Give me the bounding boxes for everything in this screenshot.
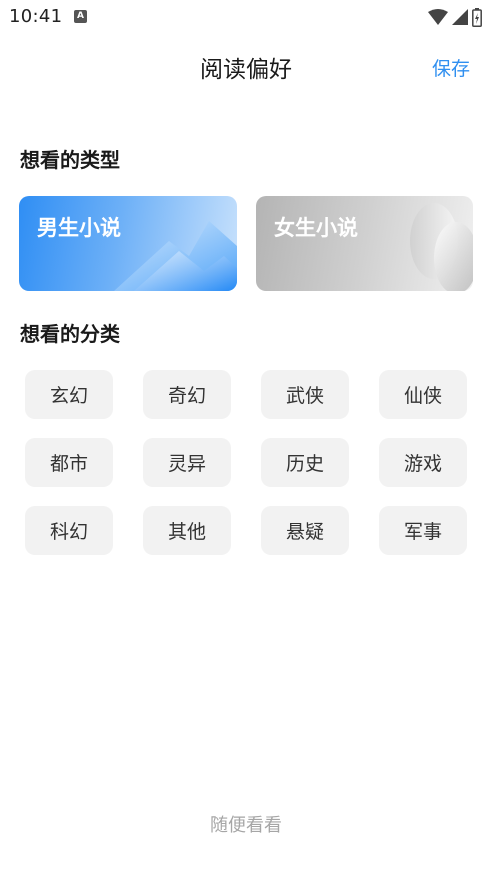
petal-illustration	[410, 203, 473, 291]
category-chip[interactable]: 历史	[261, 438, 349, 487]
category-chip[interactable]: 奇幻	[143, 370, 231, 419]
page-title: 阅读偏好	[200, 57, 292, 83]
category-chip[interactable]: 玄幻	[25, 370, 113, 419]
category-chip[interactable]: 科幻	[25, 506, 113, 555]
save-button[interactable]: 保存	[432, 54, 470, 81]
header: 阅读偏好 保存	[0, 44, 492, 88]
category-chip[interactable]: 游戏	[379, 438, 467, 487]
wifi-icon	[428, 8, 448, 25]
type-section-title: 想看的类型	[20, 148, 120, 172]
female-novel-label: 女生小说	[274, 216, 358, 240]
category-chip[interactable]: 武侠	[261, 370, 349, 419]
category-chip[interactable]: 仙侠	[379, 370, 467, 419]
category-chip[interactable]: 悬疑	[261, 506, 349, 555]
signal-icon	[452, 8, 468, 25]
male-novel-label: 男生小说	[37, 216, 121, 240]
category-chip[interactable]: 其他	[143, 506, 231, 555]
category-section-title: 想看的分类	[20, 322, 120, 346]
status-icons	[428, 7, 482, 27]
status-bar: 10:41 A	[0, 0, 492, 34]
category-chip[interactable]: 军事	[379, 506, 467, 555]
battery-icon	[472, 7, 482, 27]
mountain-illustration	[114, 221, 237, 291]
category-chip[interactable]: 都市	[25, 438, 113, 487]
category-chip[interactable]: 灵异	[143, 438, 231, 487]
male-novel-card[interactable]: 男生小说	[19, 196, 237, 291]
app-notification-icon: A	[74, 10, 87, 23]
female-novel-card[interactable]: 女生小说	[256, 196, 473, 291]
status-time: 10:41	[9, 6, 63, 27]
browse-randomly-link[interactable]: 随便看看	[0, 811, 492, 837]
